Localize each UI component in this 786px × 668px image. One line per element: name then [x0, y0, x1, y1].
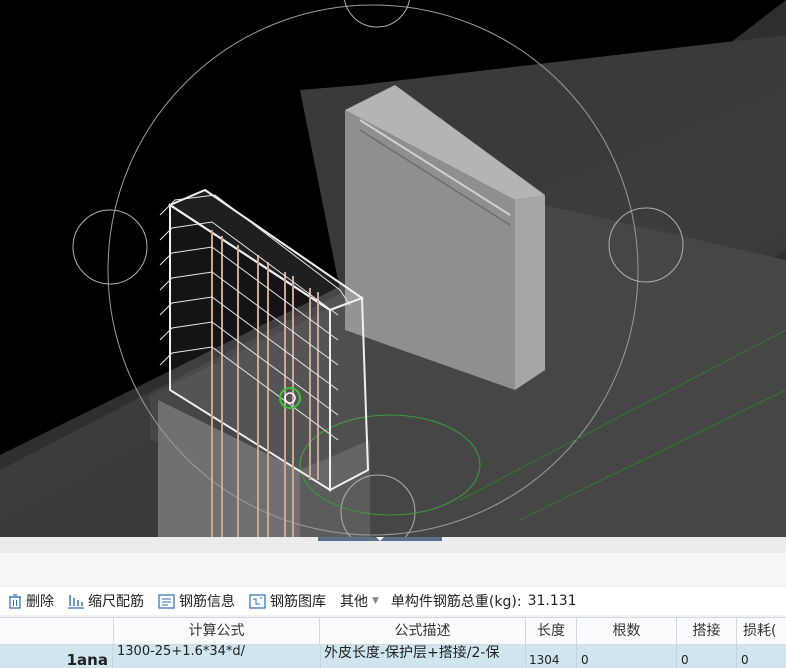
caret-down-icon: ▼: [372, 596, 379, 606]
rebar-library-button[interactable]: 钢筋图库: [249, 591, 326, 611]
3d-scene[interactable]: [0, 0, 786, 537]
orbit-handle-top[interactable]: [344, 0, 410, 28]
header-length[interactable]: 长度: [526, 618, 577, 645]
scale-rebar-button[interactable]: 缩尺配筋: [68, 591, 144, 611]
trash-icon: [9, 593, 21, 609]
header-loss[interactable]: 损耗(: [737, 618, 786, 645]
cell-length[interactable]: 1304: [526, 645, 577, 668]
header-count[interactable]: 根数: [577, 618, 677, 645]
rebar-table: 计算公式 公式描述 长度 根数 搭接 损耗( 1ana 1300-25+1.6*…: [0, 617, 786, 668]
cell-lap[interactable]: 0: [677, 645, 737, 668]
delete-button[interactable]: 删除: [8, 591, 54, 611]
header-lap[interactable]: 搭接: [677, 618, 737, 645]
panel-header-strip: [0, 553, 786, 585]
other-label: 其他: [340, 594, 368, 610]
orbit-handle-left[interactable]: [72, 209, 148, 285]
cell-loss[interactable]: 0: [737, 645, 786, 668]
wall-block-side: [515, 195, 545, 390]
header-formula[interactable]: 计算公式: [114, 618, 320, 645]
rebar-info-button[interactable]: 钢筋信息: [158, 591, 235, 611]
delete-label: 删除: [26, 594, 54, 610]
total-weight-label: 单构件钢筋总重(kg):: [390, 594, 522, 610]
header-description[interactable]: 公式描述: [320, 618, 526, 645]
total-weight-value: 31.131: [527, 593, 577, 609]
cell-count[interactable]: 0: [577, 645, 677, 668]
other-dropdown[interactable]: 其他 ▼: [340, 591, 379, 611]
cell-description[interactable]: 外皮长度-保护层+搭接/2-保: [320, 645, 526, 668]
total-weight-summary: 单构件钢筋总重(kg): 31.131: [391, 591, 577, 611]
table-row[interactable]: 1ana 1300-25+1.6*34*d/ 外皮长度-保护层+搭接/2-保 1…: [0, 645, 786, 668]
rebar-info-label: 钢筋信息: [179, 594, 235, 610]
splitter-grip[interactable]: [318, 537, 442, 541]
cage-side-face: [329, 296, 370, 492]
scale-bars-icon: [68, 594, 84, 609]
cell-bar-code: 1ana: [0, 645, 113, 668]
panel-splitter[interactable]: [0, 537, 786, 554]
scale-rebar-label: 缩尺配筋: [88, 594, 144, 610]
library-icon: [249, 593, 266, 609]
rebar-library-label: 钢筋图库: [270, 594, 326, 610]
info-list-icon: [158, 593, 175, 609]
rebar-toolbar: 删除 缩尺配筋 钢筋信息 钢筋图库 其他 ▼ 单构件钢筋总重(kg): 31.1…: [0, 587, 786, 615]
cell-formula[interactable]: 1300-25+1.6*34*d/: [114, 645, 321, 668]
header-bar-code[interactable]: [0, 618, 114, 645]
3d-viewport[interactable]: [0, 0, 786, 537]
